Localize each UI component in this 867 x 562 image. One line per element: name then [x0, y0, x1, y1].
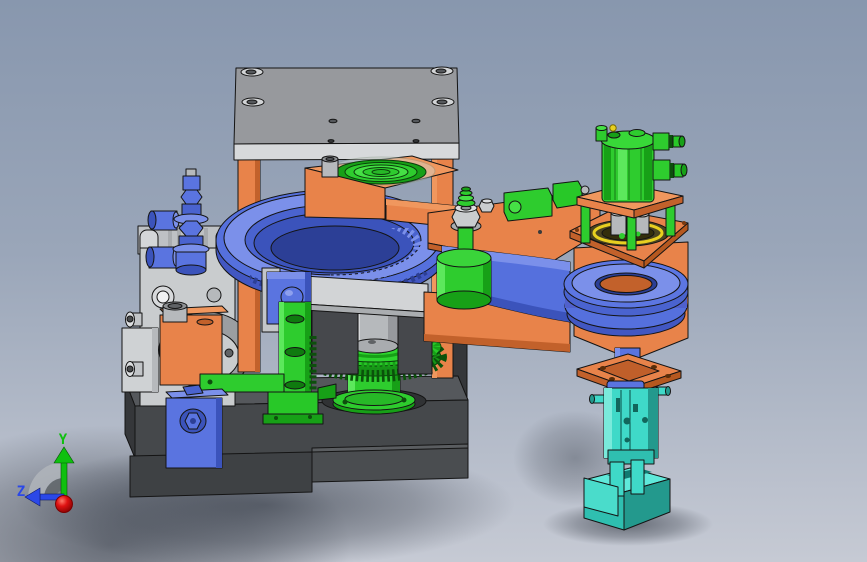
- wrist-pulley[interactable]: [563, 259, 689, 337]
- origin-ball[interactable]: [55, 495, 73, 513]
- z-axis-label: Z: [17, 484, 25, 500]
- spline-shaft-top: [321, 155, 339, 178]
- indicator-dot: [609, 124, 617, 132]
- hex-nut: [450, 203, 482, 232]
- air-fitting[interactable]: [652, 159, 688, 181]
- cad-viewport[interactable]: Y Z: [0, 0, 867, 562]
- ribbed-cap: [456, 186, 476, 207]
- socket-screw[interactable]: [125, 361, 144, 377]
- rotary-actuator[interactable]: [595, 124, 688, 203]
- pneumatic-fittings[interactable]: [145, 168, 210, 276]
- mounting-plate[interactable]: [233, 66, 460, 161]
- socket-screw[interactable]: [125, 311, 143, 328]
- y-axis-label: Y: [59, 432, 68, 448]
- air-fitting[interactable]: [652, 132, 686, 151]
- hex-nut-small: [478, 198, 495, 213]
